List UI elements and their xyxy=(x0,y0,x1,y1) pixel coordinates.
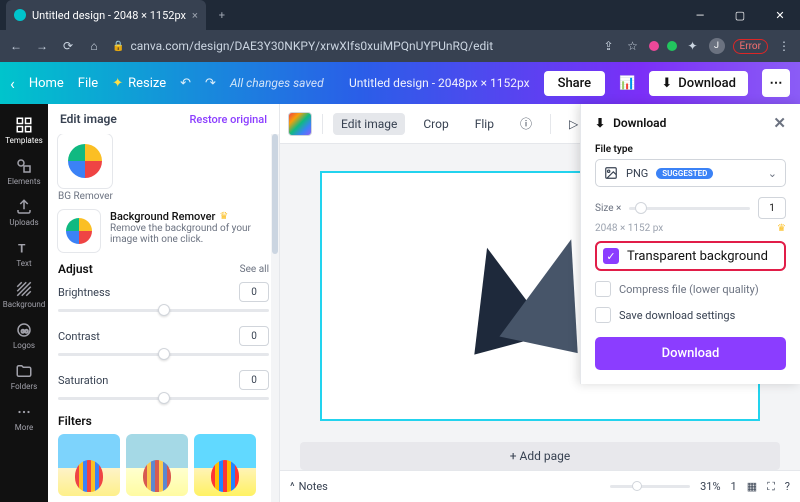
rail-text[interactable]: TText xyxy=(0,233,48,274)
window-minimize-icon[interactable]: — xyxy=(680,0,720,30)
rail-templates[interactable]: Templates xyxy=(0,110,48,151)
edit-image-tool[interactable]: Edit image xyxy=(333,113,405,135)
svg-text:T: T xyxy=(18,242,26,256)
tab-close-icon[interactable]: × xyxy=(192,9,198,22)
info-icon[interactable]: ⓘ xyxy=(512,111,540,136)
redo-icon[interactable]: ↷ xyxy=(205,76,216,91)
rail-folders[interactable]: Folders xyxy=(0,356,48,397)
grid-view-icon[interactable]: ▦ xyxy=(747,480,757,493)
share-button[interactable]: Share xyxy=(544,71,606,96)
color-swatch[interactable] xyxy=(288,112,312,136)
contrast-slider[interactable]: Contrast0 xyxy=(58,326,269,356)
rail-uploads[interactable]: Uploads xyxy=(0,192,48,233)
back-arrow-icon[interactable]: ‹ xyxy=(10,74,15,93)
download-panel-title: Download xyxy=(613,116,666,130)
profile-avatar[interactable]: J xyxy=(709,38,725,54)
svg-text:co: co xyxy=(21,327,29,335)
address-bar[interactable]: 🔒 canva.com/design/DAE3Y30NKPY/xrwXIfs0x… xyxy=(112,39,591,53)
adjust-heading: Adjust xyxy=(58,262,93,276)
nav-home-icon[interactable]: ⌂ xyxy=(86,38,102,54)
nav-back-icon[interactable]: ← xyxy=(8,38,24,54)
zoom-slider[interactable] xyxy=(610,485,690,488)
size-value[interactable]: 1 xyxy=(758,197,786,219)
bookmark-icon[interactable]: ☆ xyxy=(625,38,641,54)
dimensions-text: 2048 × 1152 px xyxy=(595,223,663,234)
analytics-icon[interactable]: 📊 xyxy=(619,76,635,91)
overflow-menu-button[interactable]: ⋯ xyxy=(762,69,790,97)
chevron-up-icon: ^ xyxy=(290,480,295,493)
suggested-badge: SUGGESTED xyxy=(656,168,713,179)
home-button[interactable]: Home xyxy=(29,76,64,91)
download-icon: ⬇ xyxy=(661,76,672,91)
browser-menu-icon[interactable]: ⋮ xyxy=(776,38,792,54)
document-title[interactable]: Untitled design - 2048px × 1152px xyxy=(349,76,530,90)
download-panel: ⬇ Download ✕ File type PNG SUGGESTED ⌄ S… xyxy=(580,104,800,384)
rail-more[interactable]: More xyxy=(0,397,48,438)
filetype-select[interactable]: PNG SUGGESTED ⌄ xyxy=(595,159,786,187)
resize-button[interactable]: ✦Resize xyxy=(112,76,166,91)
pro-crown-icon: ♛ xyxy=(219,211,228,222)
nav-reload-icon[interactable]: ⟳ xyxy=(60,38,76,54)
size-label: Size × xyxy=(595,203,621,214)
panel-scrollbar[interactable] xyxy=(271,134,279,502)
download-main-button[interactable]: Download xyxy=(595,337,786,370)
autosave-status: All changes saved xyxy=(230,76,324,90)
notes-toggle[interactable]: ^Notes xyxy=(290,480,328,493)
bgremover-effect-thumb[interactable]: BG Remover xyxy=(58,134,113,202)
error-badge[interactable]: Error xyxy=(733,39,768,54)
filters-heading: Filters xyxy=(58,414,92,428)
filter-thumb-2[interactable] xyxy=(126,434,188,496)
chevron-down-icon: ⌄ xyxy=(768,167,777,180)
adjust-seeall[interactable]: See all xyxy=(240,264,269,275)
restore-original-link[interactable]: Restore original xyxy=(190,113,268,126)
fullscreen-icon[interactable]: ⛶ xyxy=(767,480,775,494)
file-button[interactable]: File xyxy=(78,76,98,91)
undo-icon[interactable]: ↶ xyxy=(180,76,191,91)
bgremover-row[interactable]: Background Remover♛ Remove the backgroun… xyxy=(58,210,269,252)
filetype-label: File type xyxy=(595,144,786,155)
pro-crown-icon: ♛ xyxy=(777,223,786,234)
save-settings-checkbox[interactable] xyxy=(595,307,611,323)
brightness-slider[interactable]: Brightness0 xyxy=(58,282,269,312)
nav-forward-icon[interactable]: → xyxy=(34,38,50,54)
extension-green-icon[interactable] xyxy=(667,41,677,51)
crop-tool[interactable]: Crop xyxy=(415,113,456,135)
tab-title: Untitled design - 2048 × 1152px xyxy=(32,9,186,22)
saturation-slider[interactable]: Saturation0 xyxy=(58,370,269,400)
browser-share-icon[interactable]: ⇪ xyxy=(601,38,617,54)
compress-option[interactable]: Compress file (lower quality) xyxy=(595,281,786,297)
close-icon[interactable]: ✕ xyxy=(773,114,786,132)
rail-logos[interactable]: coLogos xyxy=(0,315,48,356)
new-tab-button[interactable]: + xyxy=(210,3,234,27)
transparent-bg-option[interactable]: ✓ Transparent background xyxy=(595,241,786,271)
url-text: canva.com/design/DAE3Y30NKPY/xrwXIfs0xui… xyxy=(130,39,493,53)
extensions-icon[interactable]: ✦ xyxy=(685,38,701,54)
download-button-top[interactable]: ⬇Download xyxy=(649,71,748,96)
browser-tab[interactable]: Untitled design - 2048 × 1152px × xyxy=(6,0,206,30)
size-slider[interactable] xyxy=(629,207,750,210)
lock-icon: 🔒 xyxy=(112,41,124,52)
compress-checkbox[interactable] xyxy=(595,281,611,297)
transparent-checkbox[interactable]: ✓ xyxy=(603,248,619,264)
filter-thumb-3[interactable] xyxy=(194,434,256,496)
rail-elements[interactable]: Elements xyxy=(0,151,48,192)
panel-title: Edit image xyxy=(60,112,117,126)
filter-thumb-1[interactable] xyxy=(58,434,120,496)
play-icon: ▷ xyxy=(569,117,578,131)
extension-pink-icon[interactable] xyxy=(649,41,659,51)
add-page-button[interactable]: + Add page xyxy=(300,442,780,470)
sparkle-icon: ✦ xyxy=(112,76,123,91)
download-icon: ⬇ xyxy=(595,116,605,130)
image-icon xyxy=(604,166,618,180)
page-indicator[interactable]: 1 xyxy=(731,480,737,493)
rail-background[interactable]: Background xyxy=(0,274,48,315)
save-settings-option[interactable]: Save download settings xyxy=(595,307,786,323)
zoom-value[interactable]: 31% xyxy=(700,480,720,493)
help-icon[interactable]: ? xyxy=(785,480,790,493)
flip-tool[interactable]: Flip xyxy=(467,113,502,135)
canva-favicon xyxy=(14,9,26,21)
window-maximize-icon[interactable]: ▢ xyxy=(720,0,760,30)
window-close-icon[interactable]: ✕ xyxy=(760,0,800,30)
